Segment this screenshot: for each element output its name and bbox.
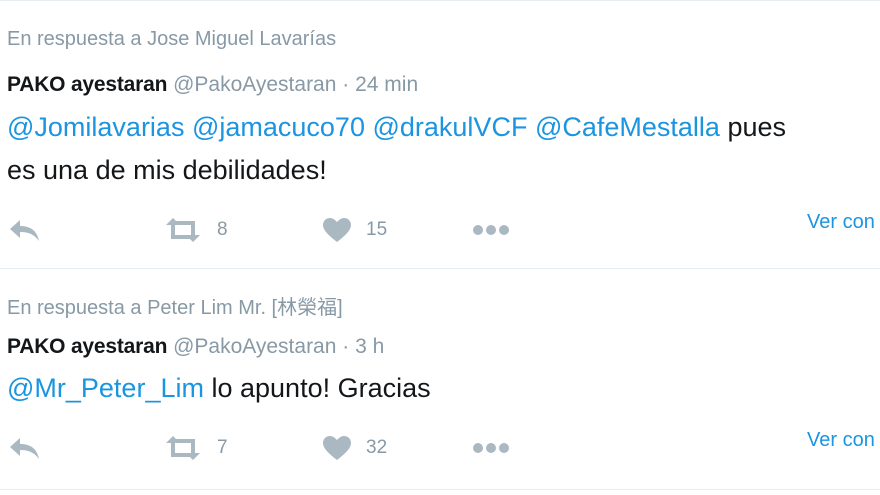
mention-link[interactable]: @drakulVCF <box>372 112 527 142</box>
reply-button[interactable] <box>8 210 42 250</box>
tweet[interactable]: En respuesta a Jose Miguel Lavarías PAKO… <box>0 0 880 269</box>
view-conversation-link[interactable]: Ver con <box>807 211 875 234</box>
mention-link[interactable]: @Jomilavarias <box>7 112 184 142</box>
retweet-count: 7 <box>217 437 228 458</box>
divider <box>0 489 880 490</box>
more-button[interactable] <box>472 428 512 468</box>
tweet-text-line: @Jomilavarias @jamacuco70 @drakulVCF @Ca… <box>7 107 786 147</box>
reply-icon <box>8 217 42 243</box>
reply-context: En respuesta a Jose Miguel Lavarías <box>7 28 337 50</box>
reply-button[interactable] <box>8 428 42 468</box>
retweet-button[interactable]: 7 <box>163 428 228 468</box>
retweet-icon <box>163 217 203 243</box>
view-conversation-link[interactable]: Ver con <box>807 429 875 452</box>
retweet-icon <box>163 435 203 461</box>
like-icon <box>322 435 352 461</box>
mention-link[interactable]: @jamacuco70 <box>192 112 365 142</box>
author-handle[interactable]: @PakoAyestaran <box>173 335 336 358</box>
like-icon <box>322 217 352 243</box>
tweet-timestamp[interactable]: 3 h <box>355 335 384 358</box>
separator-dot: · <box>342 335 350 358</box>
author-name[interactable]: PAKO ayestaran <box>7 335 167 358</box>
tweet-text-fragment: lo apunto! Gracias <box>211 373 431 403</box>
reply-context: En respuesta a Peter Lim Mr. [林榮福] <box>7 297 343 319</box>
mention-link[interactable]: @Mr_Peter_Lim <box>7 373 204 403</box>
like-button[interactable]: 32 <box>322 428 387 468</box>
more-button[interactable] <box>472 210 512 250</box>
like-count: 15 <box>366 219 388 240</box>
like-button[interactable]: 15 <box>322 210 387 250</box>
more-icon <box>472 442 512 454</box>
tweet[interactable]: En respuesta a Peter Lim Mr. [林榮福] PAKO … <box>0 268 880 491</box>
more-icon <box>472 224 512 236</box>
tweet-text-fragment: pues <box>727 112 787 142</box>
author-handle[interactable]: @PakoAyestaran <box>173 73 336 96</box>
like-count: 32 <box>366 437 388 458</box>
tweet-text-line: @Mr_Peter_Lim lo apunto! Gracias <box>7 368 431 408</box>
tweet-header: PAKO ayestaran @PakoAyestaran · 24 min <box>7 73 418 97</box>
tweet-timestamp[interactable]: 24 min <box>355 73 418 96</box>
tweet-text-line: es una de mis debilidades! <box>7 155 327 185</box>
separator-dot: · <box>342 73 350 96</box>
tweet-actions: 8 15 <box>0 210 880 250</box>
author-name[interactable]: PAKO ayestaran <box>7 73 167 96</box>
tweet-actions: 7 32 <box>0 428 880 468</box>
reply-icon <box>8 435 42 461</box>
retweet-count: 8 <box>217 219 228 240</box>
retweet-button[interactable]: 8 <box>163 210 228 250</box>
tweet-header: PAKO ayestaran @PakoAyestaran · 3 h <box>7 335 384 359</box>
mention-link[interactable]: @CafeMestalla <box>535 112 720 142</box>
